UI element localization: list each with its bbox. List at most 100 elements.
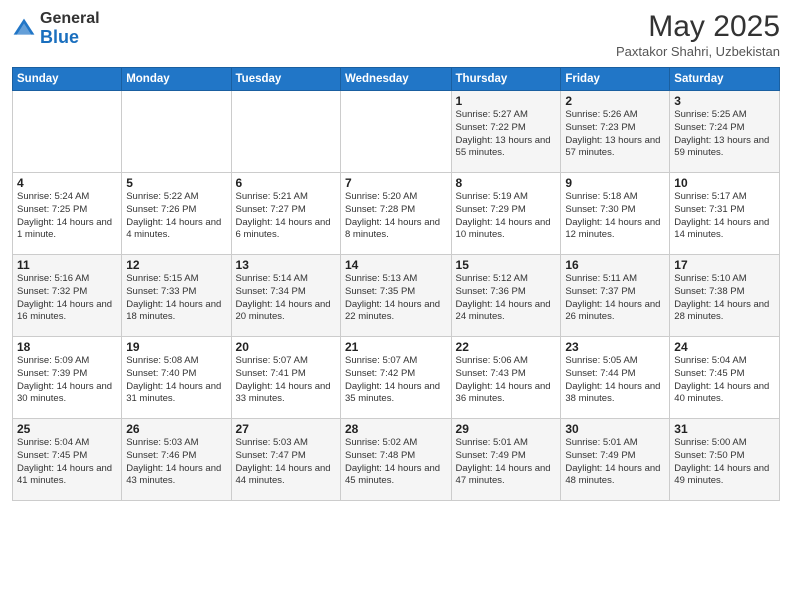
header-tuesday: Tuesday <box>231 68 340 91</box>
day-number: 3 <box>674 94 775 108</box>
calendar-cell: 24Sunrise: 5:04 AMSunset: 7:45 PMDayligh… <box>670 337 780 419</box>
day-number: 26 <box>126 422 226 436</box>
logo: General Blue <box>12 10 100 47</box>
calendar-week-4: 18Sunrise: 5:09 AMSunset: 7:39 PMDayligh… <box>13 337 780 419</box>
header-thursday: Thursday <box>451 68 561 91</box>
day-number: 9 <box>565 176 665 190</box>
header-saturday: Saturday <box>670 68 780 91</box>
day-info: Sunrise: 5:03 AMSunset: 7:46 PMDaylight:… <box>126 437 226 488</box>
day-info: Sunrise: 5:15 AMSunset: 7:33 PMDaylight:… <box>126 273 226 324</box>
header-friday: Friday <box>561 68 670 91</box>
day-info: Sunrise: 5:01 AMSunset: 7:49 PMDaylight:… <box>565 437 665 488</box>
calendar-cell: 1Sunrise: 5:27 AMSunset: 7:22 PMDaylight… <box>451 91 561 173</box>
calendar-cell: 17Sunrise: 5:10 AMSunset: 7:38 PMDayligh… <box>670 255 780 337</box>
title-block: May 2025 Paxtakor Shahri, Uzbekistan <box>616 10 780 59</box>
calendar-cell: 22Sunrise: 5:06 AMSunset: 7:43 PMDayligh… <box>451 337 561 419</box>
logo-general-text: General <box>40 10 100 27</box>
day-number: 18 <box>17 340 117 354</box>
day-number: 21 <box>345 340 447 354</box>
logo-icon <box>12 17 36 41</box>
calendar-cell: 8Sunrise: 5:19 AMSunset: 7:29 PMDaylight… <box>451 173 561 255</box>
calendar-cell: 15Sunrise: 5:12 AMSunset: 7:36 PMDayligh… <box>451 255 561 337</box>
calendar-cell <box>13 91 122 173</box>
day-info: Sunrise: 5:08 AMSunset: 7:40 PMDaylight:… <box>126 355 226 406</box>
day-info: Sunrise: 5:27 AMSunset: 7:22 PMDaylight:… <box>456 109 557 160</box>
day-number: 11 <box>17 258 117 272</box>
day-number: 22 <box>456 340 557 354</box>
calendar-cell: 25Sunrise: 5:04 AMSunset: 7:45 PMDayligh… <box>13 419 122 501</box>
calendar-cell: 18Sunrise: 5:09 AMSunset: 7:39 PMDayligh… <box>13 337 122 419</box>
calendar-cell: 28Sunrise: 5:02 AMSunset: 7:48 PMDayligh… <box>340 419 451 501</box>
calendar-cell <box>122 91 231 173</box>
day-info: Sunrise: 5:20 AMSunset: 7:28 PMDaylight:… <box>345 191 447 242</box>
page: General Blue May 2025 Paxtakor Shahri, U… <box>0 0 792 612</box>
calendar-cell: 31Sunrise: 5:00 AMSunset: 7:50 PMDayligh… <box>670 419 780 501</box>
day-number: 31 <box>674 422 775 436</box>
calendar-cell: 2Sunrise: 5:26 AMSunset: 7:23 PMDaylight… <box>561 91 670 173</box>
day-number: 14 <box>345 258 447 272</box>
day-number: 1 <box>456 94 557 108</box>
day-number: 13 <box>236 258 336 272</box>
header-monday: Monday <box>122 68 231 91</box>
day-number: 30 <box>565 422 665 436</box>
calendar-cell: 6Sunrise: 5:21 AMSunset: 7:27 PMDaylight… <box>231 173 340 255</box>
day-number: 20 <box>236 340 336 354</box>
day-number: 19 <box>126 340 226 354</box>
day-info: Sunrise: 5:21 AMSunset: 7:27 PMDaylight:… <box>236 191 336 242</box>
calendar-week-5: 25Sunrise: 5:04 AMSunset: 7:45 PMDayligh… <box>13 419 780 501</box>
logo-blue-text: Blue <box>40 27 79 47</box>
calendar-week-2: 4Sunrise: 5:24 AMSunset: 7:25 PMDaylight… <box>13 173 780 255</box>
day-info: Sunrise: 5:10 AMSunset: 7:38 PMDaylight:… <box>674 273 775 324</box>
day-number: 8 <box>456 176 557 190</box>
day-info: Sunrise: 5:02 AMSunset: 7:48 PMDaylight:… <box>345 437 447 488</box>
calendar-cell: 16Sunrise: 5:11 AMSunset: 7:37 PMDayligh… <box>561 255 670 337</box>
day-number: 7 <box>345 176 447 190</box>
day-info: Sunrise: 5:00 AMSunset: 7:50 PMDaylight:… <box>674 437 775 488</box>
calendar-cell: 20Sunrise: 5:07 AMSunset: 7:41 PMDayligh… <box>231 337 340 419</box>
day-info: Sunrise: 5:19 AMSunset: 7:29 PMDaylight:… <box>456 191 557 242</box>
day-number: 6 <box>236 176 336 190</box>
day-info: Sunrise: 5:01 AMSunset: 7:49 PMDaylight:… <box>456 437 557 488</box>
day-info: Sunrise: 5:06 AMSunset: 7:43 PMDaylight:… <box>456 355 557 406</box>
day-number: 15 <box>456 258 557 272</box>
calendar-cell: 26Sunrise: 5:03 AMSunset: 7:46 PMDayligh… <box>122 419 231 501</box>
main-title: May 2025 <box>616 10 780 44</box>
day-number: 17 <box>674 258 775 272</box>
day-number: 5 <box>126 176 226 190</box>
calendar-cell <box>231 91 340 173</box>
calendar-cell: 10Sunrise: 5:17 AMSunset: 7:31 PMDayligh… <box>670 173 780 255</box>
day-number: 4 <box>17 176 117 190</box>
header-sunday: Sunday <box>13 68 122 91</box>
day-info: Sunrise: 5:25 AMSunset: 7:24 PMDaylight:… <box>674 109 775 160</box>
calendar-cell: 11Sunrise: 5:16 AMSunset: 7:32 PMDayligh… <box>13 255 122 337</box>
calendar-header-row: Sunday Monday Tuesday Wednesday Thursday… <box>13 68 780 91</box>
day-info: Sunrise: 5:04 AMSunset: 7:45 PMDaylight:… <box>17 437 117 488</box>
day-number: 2 <box>565 94 665 108</box>
day-info: Sunrise: 5:03 AMSunset: 7:47 PMDaylight:… <box>236 437 336 488</box>
calendar-cell: 30Sunrise: 5:01 AMSunset: 7:49 PMDayligh… <box>561 419 670 501</box>
day-number: 23 <box>565 340 665 354</box>
subtitle: Paxtakor Shahri, Uzbekistan <box>616 44 780 59</box>
day-info: Sunrise: 5:14 AMSunset: 7:34 PMDaylight:… <box>236 273 336 324</box>
calendar-cell: 9Sunrise: 5:18 AMSunset: 7:30 PMDaylight… <box>561 173 670 255</box>
day-info: Sunrise: 5:18 AMSunset: 7:30 PMDaylight:… <box>565 191 665 242</box>
calendar-cell: 4Sunrise: 5:24 AMSunset: 7:25 PMDaylight… <box>13 173 122 255</box>
day-number: 16 <box>565 258 665 272</box>
calendar-cell: 29Sunrise: 5:01 AMSunset: 7:49 PMDayligh… <box>451 419 561 501</box>
day-info: Sunrise: 5:11 AMSunset: 7:37 PMDaylight:… <box>565 273 665 324</box>
day-info: Sunrise: 5:12 AMSunset: 7:36 PMDaylight:… <box>456 273 557 324</box>
day-info: Sunrise: 5:22 AMSunset: 7:26 PMDaylight:… <box>126 191 226 242</box>
header: General Blue May 2025 Paxtakor Shahri, U… <box>12 10 780 59</box>
day-info: Sunrise: 5:24 AMSunset: 7:25 PMDaylight:… <box>17 191 117 242</box>
day-number: 29 <box>456 422 557 436</box>
day-number: 27 <box>236 422 336 436</box>
calendar-table: Sunday Monday Tuesday Wednesday Thursday… <box>12 67 780 501</box>
calendar-cell: 27Sunrise: 5:03 AMSunset: 7:47 PMDayligh… <box>231 419 340 501</box>
day-info: Sunrise: 5:07 AMSunset: 7:41 PMDaylight:… <box>236 355 336 406</box>
calendar-cell: 12Sunrise: 5:15 AMSunset: 7:33 PMDayligh… <box>122 255 231 337</box>
calendar-cell: 13Sunrise: 5:14 AMSunset: 7:34 PMDayligh… <box>231 255 340 337</box>
calendar-cell: 5Sunrise: 5:22 AMSunset: 7:26 PMDaylight… <box>122 173 231 255</box>
day-number: 12 <box>126 258 226 272</box>
calendar-cell: 21Sunrise: 5:07 AMSunset: 7:42 PMDayligh… <box>340 337 451 419</box>
calendar-cell: 23Sunrise: 5:05 AMSunset: 7:44 PMDayligh… <box>561 337 670 419</box>
